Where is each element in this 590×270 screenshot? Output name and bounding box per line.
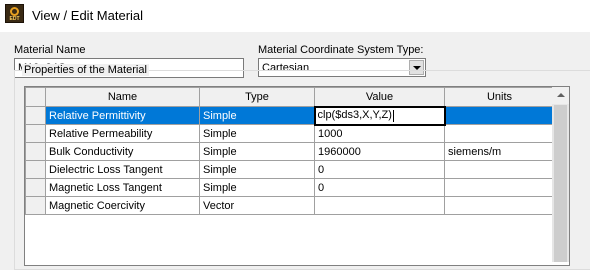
cell-name[interactable]: Bulk Conductivity	[45, 142, 200, 161]
window-title: View / Edit Material	[32, 8, 144, 23]
cell-units[interactable]	[444, 178, 555, 197]
cell-name[interactable]: Relative Permeability	[45, 124, 200, 143]
table-row[interactable]: Relative Permittivity Simple clp($ds3,X,…	[25, 105, 555, 126]
cell-value[interactable]: 0	[314, 160, 445, 179]
properties-grid: Name Type Value Units Relative Permittiv…	[24, 86, 570, 266]
table-header-row: Name Type Value Units	[25, 87, 555, 107]
header-selector	[25, 87, 46, 107]
column-header-type[interactable]: Type	[199, 87, 315, 107]
column-header-name[interactable]: Name	[45, 87, 200, 107]
cell-value[interactable]: 1960000	[314, 142, 445, 161]
row-selector[interactable]	[25, 106, 46, 125]
table-row[interactable]: Magnetic Loss Tangent Simple 0	[25, 178, 555, 197]
properties-scrollbar[interactable]	[552, 87, 569, 262]
cell-value-editor[interactable]: clp($ds3,X,Y,Z)	[313, 105, 446, 126]
cell-name[interactable]: Magnetic Coercivity	[45, 196, 200, 215]
column-header-value[interactable]: Value	[314, 87, 445, 107]
row-selector[interactable]	[25, 178, 46, 197]
cell-name[interactable]: Relative Permittivity	[45, 106, 200, 125]
table-row[interactable]: Relative Permeability Simple 1000	[25, 124, 555, 143]
cell-type[interactable]: Simple	[199, 142, 315, 161]
material-name-label: Material Name	[14, 44, 86, 56]
cell-units[interactable]	[444, 196, 555, 215]
row-selector[interactable]	[25, 142, 46, 161]
cell-units[interactable]	[444, 160, 555, 179]
properties-group-label: Properties of the Material	[22, 64, 149, 76]
cell-units[interactable]	[444, 124, 555, 143]
properties-table: Name Type Value Units Relative Permittiv…	[25, 87, 555, 215]
cell-value-text: clp($ds3,X,Y,Z)	[317, 109, 392, 122]
cell-units[interactable]: siemens/m	[444, 142, 555, 161]
cell-value[interactable]: 0	[314, 178, 445, 197]
app-icon-text: EDT	[9, 16, 20, 22]
app-icon: EDT	[5, 4, 24, 23]
row-selector[interactable]	[25, 124, 46, 143]
table-row[interactable]: Magnetic Coercivity Vector	[25, 196, 555, 215]
row-selector[interactable]	[25, 196, 46, 215]
cell-units[interactable]	[444, 106, 555, 125]
cell-name[interactable]: Dielectric Loss Tangent	[45, 160, 200, 179]
cell-value[interactable]: 1000	[314, 124, 445, 143]
cell-type[interactable]: Simple	[199, 124, 315, 143]
cell-value[interactable]	[314, 196, 445, 215]
cell-type[interactable]: Simple	[199, 178, 315, 197]
cell-type[interactable]: Vector	[199, 196, 315, 215]
scroll-thumb[interactable]	[554, 105, 567, 262]
text-caret	[392, 109, 394, 122]
row-selector[interactable]	[25, 160, 46, 179]
cell-name[interactable]: Magnetic Loss Tangent	[45, 178, 200, 197]
cell-type[interactable]: Simple	[199, 106, 315, 125]
scroll-up-icon[interactable]	[552, 87, 569, 104]
cell-type[interactable]: Simple	[199, 160, 315, 179]
title-bar: EDT View / Edit Material	[0, 0, 590, 32]
table-row[interactable]: Bulk Conductivity Simple 1960000 siemens…	[25, 142, 555, 161]
column-header-units[interactable]: Units	[444, 87, 555, 107]
table-row[interactable]: Dielectric Loss Tangent Simple 0	[25, 160, 555, 179]
coordinate-system-label: Material Coordinate System Type:	[258, 44, 424, 56]
app-icon-ring	[10, 7, 19, 16]
